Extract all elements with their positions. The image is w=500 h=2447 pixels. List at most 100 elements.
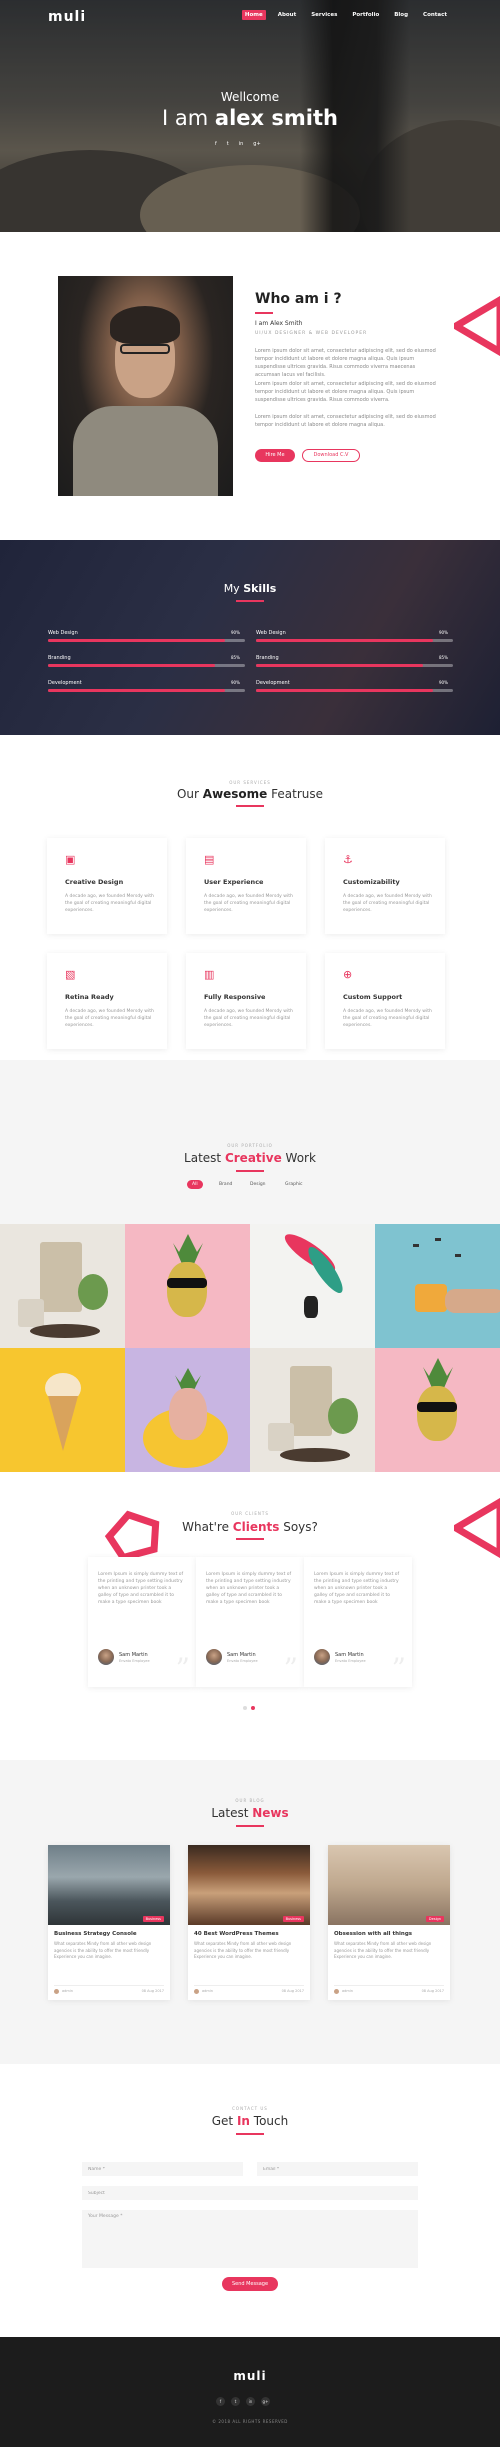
carousel-dot[interactable]	[243, 1706, 247, 1710]
filter-design[interactable]: Design	[245, 1180, 271, 1189]
portfolio-item[interactable]	[125, 1224, 250, 1348]
news-image[interactable]	[188, 1845, 310, 1925]
news-tag[interactable]: Business	[142, 1916, 164, 1922]
nav-services[interactable]: Services	[308, 10, 340, 20]
testimonials-kicker: OUR CLIENTS	[231, 1511, 269, 1516]
testimonial-role: Envato Employee	[119, 1659, 150, 1663]
about-role: UI/UX DESIGNER & WEB DEVELOPER	[255, 331, 368, 336]
service-icon: ⊕	[343, 968, 353, 981]
skill-bar-fill	[48, 689, 225, 692]
news-kicker: OUR BLOG	[235, 1798, 265, 1803]
skill-bar	[48, 664, 245, 667]
filter-graphic[interactable]: Graphic	[280, 1180, 308, 1189]
facebook-icon[interactable]: f	[216, 2397, 225, 2406]
service-card: ▥ Fully Responsive A decade ago, we foun…	[186, 953, 306, 1049]
google-plus-icon[interactable]: g+	[261, 2397, 270, 2406]
skill-bar	[256, 664, 453, 667]
filter-brand[interactable]: Brand	[214, 1180, 237, 1189]
hire-me-button[interactable]: Hire Me	[255, 449, 295, 462]
name-input[interactable]	[82, 2162, 243, 2176]
testimonial-card: Lorem Ipsum is simply dummy text of the …	[304, 1557, 412, 1687]
testimonial-name: Sam Martin	[227, 1652, 256, 1658]
send-message-button[interactable]: Send Message	[222, 2277, 278, 2291]
skill-bar-fill	[256, 639, 433, 642]
email-input[interactable]	[257, 2162, 418, 2176]
skill-label: Web Design	[48, 630, 78, 636]
news-author[interactable]: admin	[342, 1989, 353, 1993]
news-title[interactable]: 40 Best WordPress Themes	[194, 1931, 279, 1937]
nav-blog[interactable]: Blog	[391, 10, 411, 20]
news-title[interactable]: Obsession with all things	[334, 1931, 412, 1937]
news-author[interactable]: admin	[62, 1989, 73, 1993]
news-description: What separates Mindy from all other web …	[334, 1941, 432, 1959]
service-card: ▤ User Experience A decade ago, we found…	[186, 838, 306, 934]
twitter-icon[interactable]: t	[231, 2397, 240, 2406]
nav-about[interactable]: About	[275, 10, 300, 20]
news-tag[interactable]: Business	[282, 1916, 304, 1922]
service-description: A decade ago, we founded Mersdy with the…	[343, 894, 432, 913]
facebook-icon[interactable]: f	[215, 141, 217, 147]
download-cv-button[interactable]: Download C.V	[302, 449, 360, 462]
service-card: ⊕ Custom Support A decade ago, we founde…	[325, 953, 445, 1049]
service-title: Custom Support	[343, 993, 403, 1001]
portfolio-item[interactable]	[0, 1348, 125, 1472]
footer-logo[interactable]: muli	[0, 2369, 500, 2383]
filter-all[interactable]: All	[187, 1180, 203, 1189]
about-underline	[255, 312, 273, 314]
skill-bar	[256, 639, 453, 642]
hero-greeting: Wellcome	[220, 90, 280, 104]
linkedin-icon[interactable]: in	[246, 2397, 255, 2406]
skill-percent: 90%	[231, 680, 240, 685]
skill-label: Branding	[48, 655, 71, 661]
skill-bar	[48, 639, 245, 642]
subject-input[interactable]	[82, 2186, 418, 2200]
avatar	[334, 1989, 339, 1994]
testimonial-card: Lorem Ipsum is simply dummy text of the …	[196, 1557, 304, 1687]
about-paragraph: Lorem ipsum dolor sit amet, consectetur …	[255, 414, 436, 428]
skill-label: Branding	[256, 655, 279, 661]
portfolio-item[interactable]	[250, 1224, 375, 1348]
news-image[interactable]	[328, 1845, 450, 1925]
nav-home[interactable]: Home	[241, 10, 266, 20]
nav-contact[interactable]: Contact	[420, 10, 450, 20]
linkedin-icon[interactable]: in	[239, 141, 244, 147]
portfolio-item[interactable]	[375, 1348, 500, 1472]
news-image[interactable]	[48, 1845, 170, 1925]
avatar	[54, 1989, 59, 1994]
about-paragraph: Lorem ipsum dolor sit amet, consectetur …	[255, 381, 436, 403]
twitter-icon[interactable]: t	[227, 141, 229, 147]
news-meta: admin 08 Aug 2017	[54, 1985, 164, 1994]
service-description: A decade ago, we founded Mersdy with the…	[65, 1009, 154, 1028]
news-author[interactable]: admin	[202, 1989, 213, 1993]
portfolio-item[interactable]	[125, 1348, 250, 1472]
portfolio-item[interactable]	[375, 1224, 500, 1348]
news-card[interactable]: Design Obsession with all things What se…	[328, 1845, 450, 2000]
news-card[interactable]: Business 40 Best WordPress Themes What s…	[188, 1845, 310, 2000]
service-description: A decade ago, we founded Mersdy with the…	[65, 894, 154, 913]
testimonial-role: Envato Employee	[335, 1659, 366, 1663]
nav-portfolio[interactable]: Portfolio	[349, 10, 382, 20]
skill-bar	[48, 689, 245, 692]
portfolio-item[interactable]	[0, 1224, 125, 1348]
service-title: Customizability	[343, 878, 400, 886]
portfolio-kicker: OUR PORTFOLIO	[227, 1143, 273, 1148]
hero-social: f t in g+	[215, 141, 261, 147]
quote-icon: ”	[283, 1652, 298, 1685]
testimonial-role: Envato Employee	[227, 1659, 258, 1663]
news-tag[interactable]: Design	[425, 1916, 444, 1922]
site-logo[interactable]: muli	[48, 9, 86, 25]
news-date: 08 Aug 2017	[141, 1989, 164, 1993]
quote-icon: ”	[391, 1652, 406, 1685]
testimonial-name: Sam Martin	[335, 1652, 364, 1658]
portfolio-item[interactable]	[250, 1348, 375, 1472]
news-card[interactable]: Business Business Strategy Console What …	[48, 1845, 170, 2000]
carousel-dot-active[interactable]	[251, 1706, 255, 1710]
skill-percent: 85%	[439, 655, 448, 660]
testimonial-text: Lorem Ipsum is simply dummy text of the …	[206, 1572, 292, 1605]
message-textarea[interactable]	[82, 2210, 418, 2268]
google-plus-icon[interactable]: g+	[253, 141, 260, 147]
news-title[interactable]: Business Strategy Console	[54, 1931, 137, 1937]
service-card: ▣ Creative Design A decade ago, we found…	[47, 838, 167, 934]
skill-label: Web Design	[256, 630, 286, 636]
service-title: User Experience	[204, 878, 264, 886]
